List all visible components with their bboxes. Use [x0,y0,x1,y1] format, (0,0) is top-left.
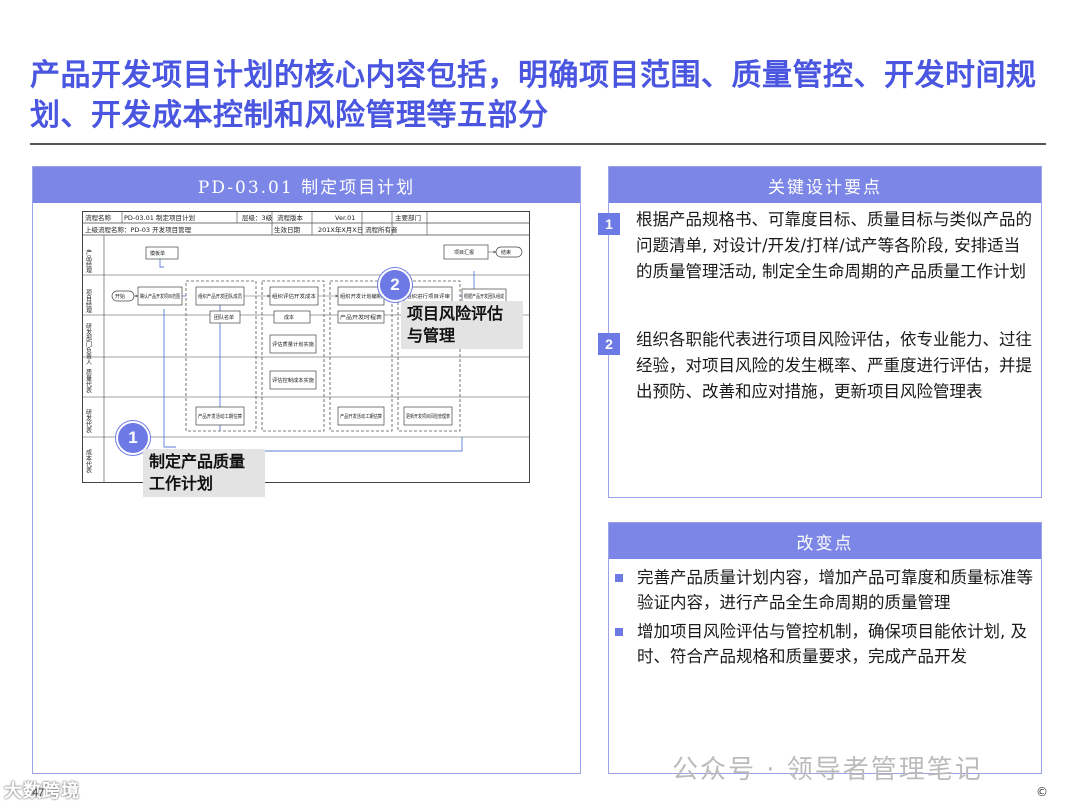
change-item-1-text: 完善产品质量计划内容，增加产品可靠度和质量标准等验证内容，进行产品全生命周期的质… [637,568,1033,612]
key-point-1: 1 根据产品规格书、可靠度目标、质量目标与类似产品的问题清单, 对设计/开发/打… [598,207,1041,285]
key-point-1-badge: 1 [598,213,620,235]
square-bullet-icon [615,574,623,582]
copyright-icon: © [1036,785,1048,799]
flowchart-panel-header: PD-03.01 制定项目计划 [33,167,580,203]
page-title: 产品开发项目计划的核心内容包括，明确项目范围、质量管控、开发时间规划、开发成本控… [30,58,1037,133]
fc-h-version: Ver.01 [335,214,355,222]
changes-header: 改变点 [609,523,1041,559]
fc-h-name-label: 流程名称 [85,213,112,222]
fc-h-owner: 流程所有者 [365,225,398,234]
fc-lane-3: 研发部门负责人 [85,323,92,365]
change-item-1: 完善产品质量计划内容，增加产品可靠度和质量标准等验证内容，进行产品全生命周期的质… [615,565,1039,615]
fc-box-quality: 评估质量计划实施 [272,341,314,348]
square-bullet-icon [615,628,623,636]
fc-h-name: PD-03.01 制定项目计划 [124,213,195,222]
fc-box-plan2: 产品开发时程表 [340,314,382,321]
fc-h-dept: 主要部门 [395,213,421,222]
fc-h-level: 层级：3级 [242,213,273,222]
fc-lane-1: 产品经理 [85,248,92,273]
fc-box-cost2: 评估控制成本实施 [272,377,314,384]
fc-box-start: 开始 [115,293,125,300]
fc-lane-6: 成本代表 [85,448,92,474]
fc-box-dev: 产品开发活动工期估算 [198,413,242,420]
key-point-2-badge: 2 [598,333,620,355]
change-item-2-text: 增加项目风险评估与管控机制，确保项目能依计划, 及时、符合产品规格和质量要求，完… [637,622,1027,666]
fc-lane-4: 质量代表 [85,368,92,394]
fc-box-plan: 组织开发计划编制 [340,293,382,300]
key-points-header: 关键设计要点 [609,167,1041,203]
flowchart-panel: PD-03.01 制定项目计划 流程名称 PD-03.01 制定项目计划 层级：… [32,166,581,774]
fc-box-end: 结束 [501,249,511,256]
fc-h-parent: 上级流程名称：PD-03 开发项目管理 [85,225,192,234]
fc-h-version-label: 流程版本 [277,213,304,222]
fc-box-team: 组织产品开发团队成员 [198,293,242,300]
fc-box-eval: 组织评估开发成本 [272,293,316,300]
callout-1-label: 制定产品质量工作计划 [143,449,265,497]
watermark-text: 公众号 · 领导者管理笔记 [672,755,983,785]
fc-box-report: 模板单 [150,250,165,257]
fc-box-list: 团队名单 [214,314,234,321]
fc-h-date-label: 生效日期 [274,225,301,234]
fc-h-date: 201X年X月X日 [318,225,363,234]
key-point-2-text: 组织各职能代表进行项目风险评估，依专业能力、过往经验，对项目风险的发生概率、严重… [636,330,1032,401]
fc-box-cost: 成本 [284,314,294,321]
fc-lane-2: 项目经理 [85,289,92,313]
change-item-2: 增加项目风险评估与管控机制，确保项目能依计划, 及时、符合产品规格和质量要求，完… [615,619,1039,669]
page-number: 47 [32,787,45,799]
callout-2-label: 项目风险评估与管理 [401,301,523,349]
key-point-2: 2 组织各职能代表进行项目风险评估，依专业能力、过往经验，对项目风险的发生概率、… [598,327,1041,405]
fc-box-dev2: 产品开发活动工期估算 [340,413,382,420]
key-points-panel: 关键设计要点 1 根据产品规格书、可靠度目标、质量目标与类似产品的问题清单, 对… [598,166,1042,498]
fc-lane-5: 研发代表 [85,409,92,434]
fc-box-review: 组织进行项目评审 [406,293,450,300]
fc-box-approve: 项目汇报 [454,249,474,256]
fc-box-risk: 更新开发项目风险管理表 [406,413,450,420]
callout-2-badge: 2 [378,268,412,302]
fc-box-confirm: 确认产品开发项目范围 [140,293,180,300]
fc-box-team2: 根据产品开发团队组成 [464,293,504,300]
key-point-1-text: 根据产品规格书、可靠度目标、质量目标与类似产品的问题清单, 对设计/开发/打样/… [636,210,1032,281]
title-divider [30,143,1046,145]
changes-panel: 改变点 完善产品质量计划内容，增加产品可靠度和质量标准等验证内容，进行产品全生命… [608,522,1042,774]
